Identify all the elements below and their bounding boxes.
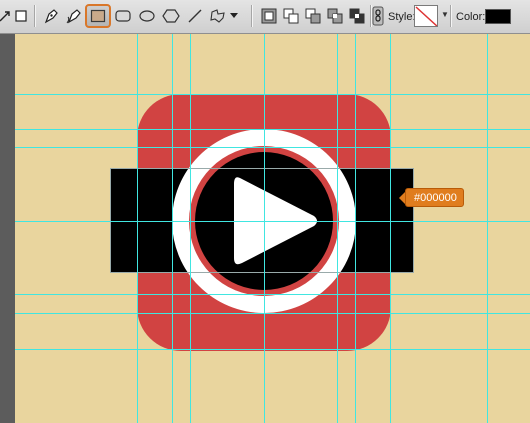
document-canvas[interactable] [15, 34, 530, 423]
horizontal-guide[interactable] [15, 147, 530, 148]
vertical-guide[interactable] [390, 34, 391, 423]
subtract-from-shape-area-icon[interactable] [302, 5, 324, 27]
toolbar-separator [34, 5, 36, 27]
toolbar-separator [251, 5, 253, 27]
vertical-guide[interactable] [355, 34, 356, 423]
style-label: Style: [388, 11, 416, 23]
link-layer-style-icon[interactable] [371, 5, 385, 27]
no-style-icon [415, 6, 437, 26]
intersect-shape-areas-icon[interactable] [324, 5, 346, 27]
vertical-guide[interactable] [487, 34, 488, 423]
color-callout-text: #000000 [414, 191, 457, 204]
create-new-shape-layer-icon[interactable] [258, 5, 280, 27]
rectangle-mode-icon[interactable] [10, 5, 32, 27]
color-label: Color: [456, 11, 486, 23]
vertical-guide[interactable] [337, 34, 338, 423]
custom-shape-tool-icon[interactable] [207, 5, 229, 27]
polygon-tool-icon[interactable] [160, 5, 182, 27]
add-to-shape-area-icon[interactable] [280, 5, 302, 27]
ellipse-tool-icon[interactable] [136, 5, 158, 27]
color-callout-badge: #000000 [399, 188, 464, 207]
horizontal-guide[interactable] [15, 129, 530, 130]
horizontal-guide[interactable] [15, 349, 530, 350]
toolbar-separator [450, 5, 452, 27]
vertical-guide[interactable] [264, 34, 265, 423]
pen-tool-icon[interactable] [40, 5, 62, 27]
vertical-guide[interactable] [172, 34, 173, 423]
line-tool-icon[interactable] [184, 5, 206, 27]
rounded-rectangle-tool-icon[interactable] [112, 5, 134, 27]
style-picker[interactable] [414, 5, 438, 27]
horizontal-guide[interactable] [15, 221, 530, 222]
options-bar: Style: ▼ Color: [0, 0, 530, 34]
vertical-guide[interactable] [190, 34, 191, 423]
style-dropdown-icon[interactable]: ▼ [441, 10, 449, 19]
exclude-overlapping-icon[interactable] [346, 5, 368, 27]
rectangle-tool-icon[interactable] [85, 4, 111, 28]
horizontal-guide[interactable] [15, 94, 530, 95]
horizontal-guide[interactable] [15, 294, 530, 295]
horizontal-guide[interactable] [15, 313, 530, 314]
freeform-pen-icon[interactable] [63, 5, 85, 27]
custom-shape-dropdown-icon[interactable] [228, 5, 240, 27]
vertical-guide[interactable] [137, 34, 138, 423]
color-swatch[interactable] [485, 9, 511, 24]
